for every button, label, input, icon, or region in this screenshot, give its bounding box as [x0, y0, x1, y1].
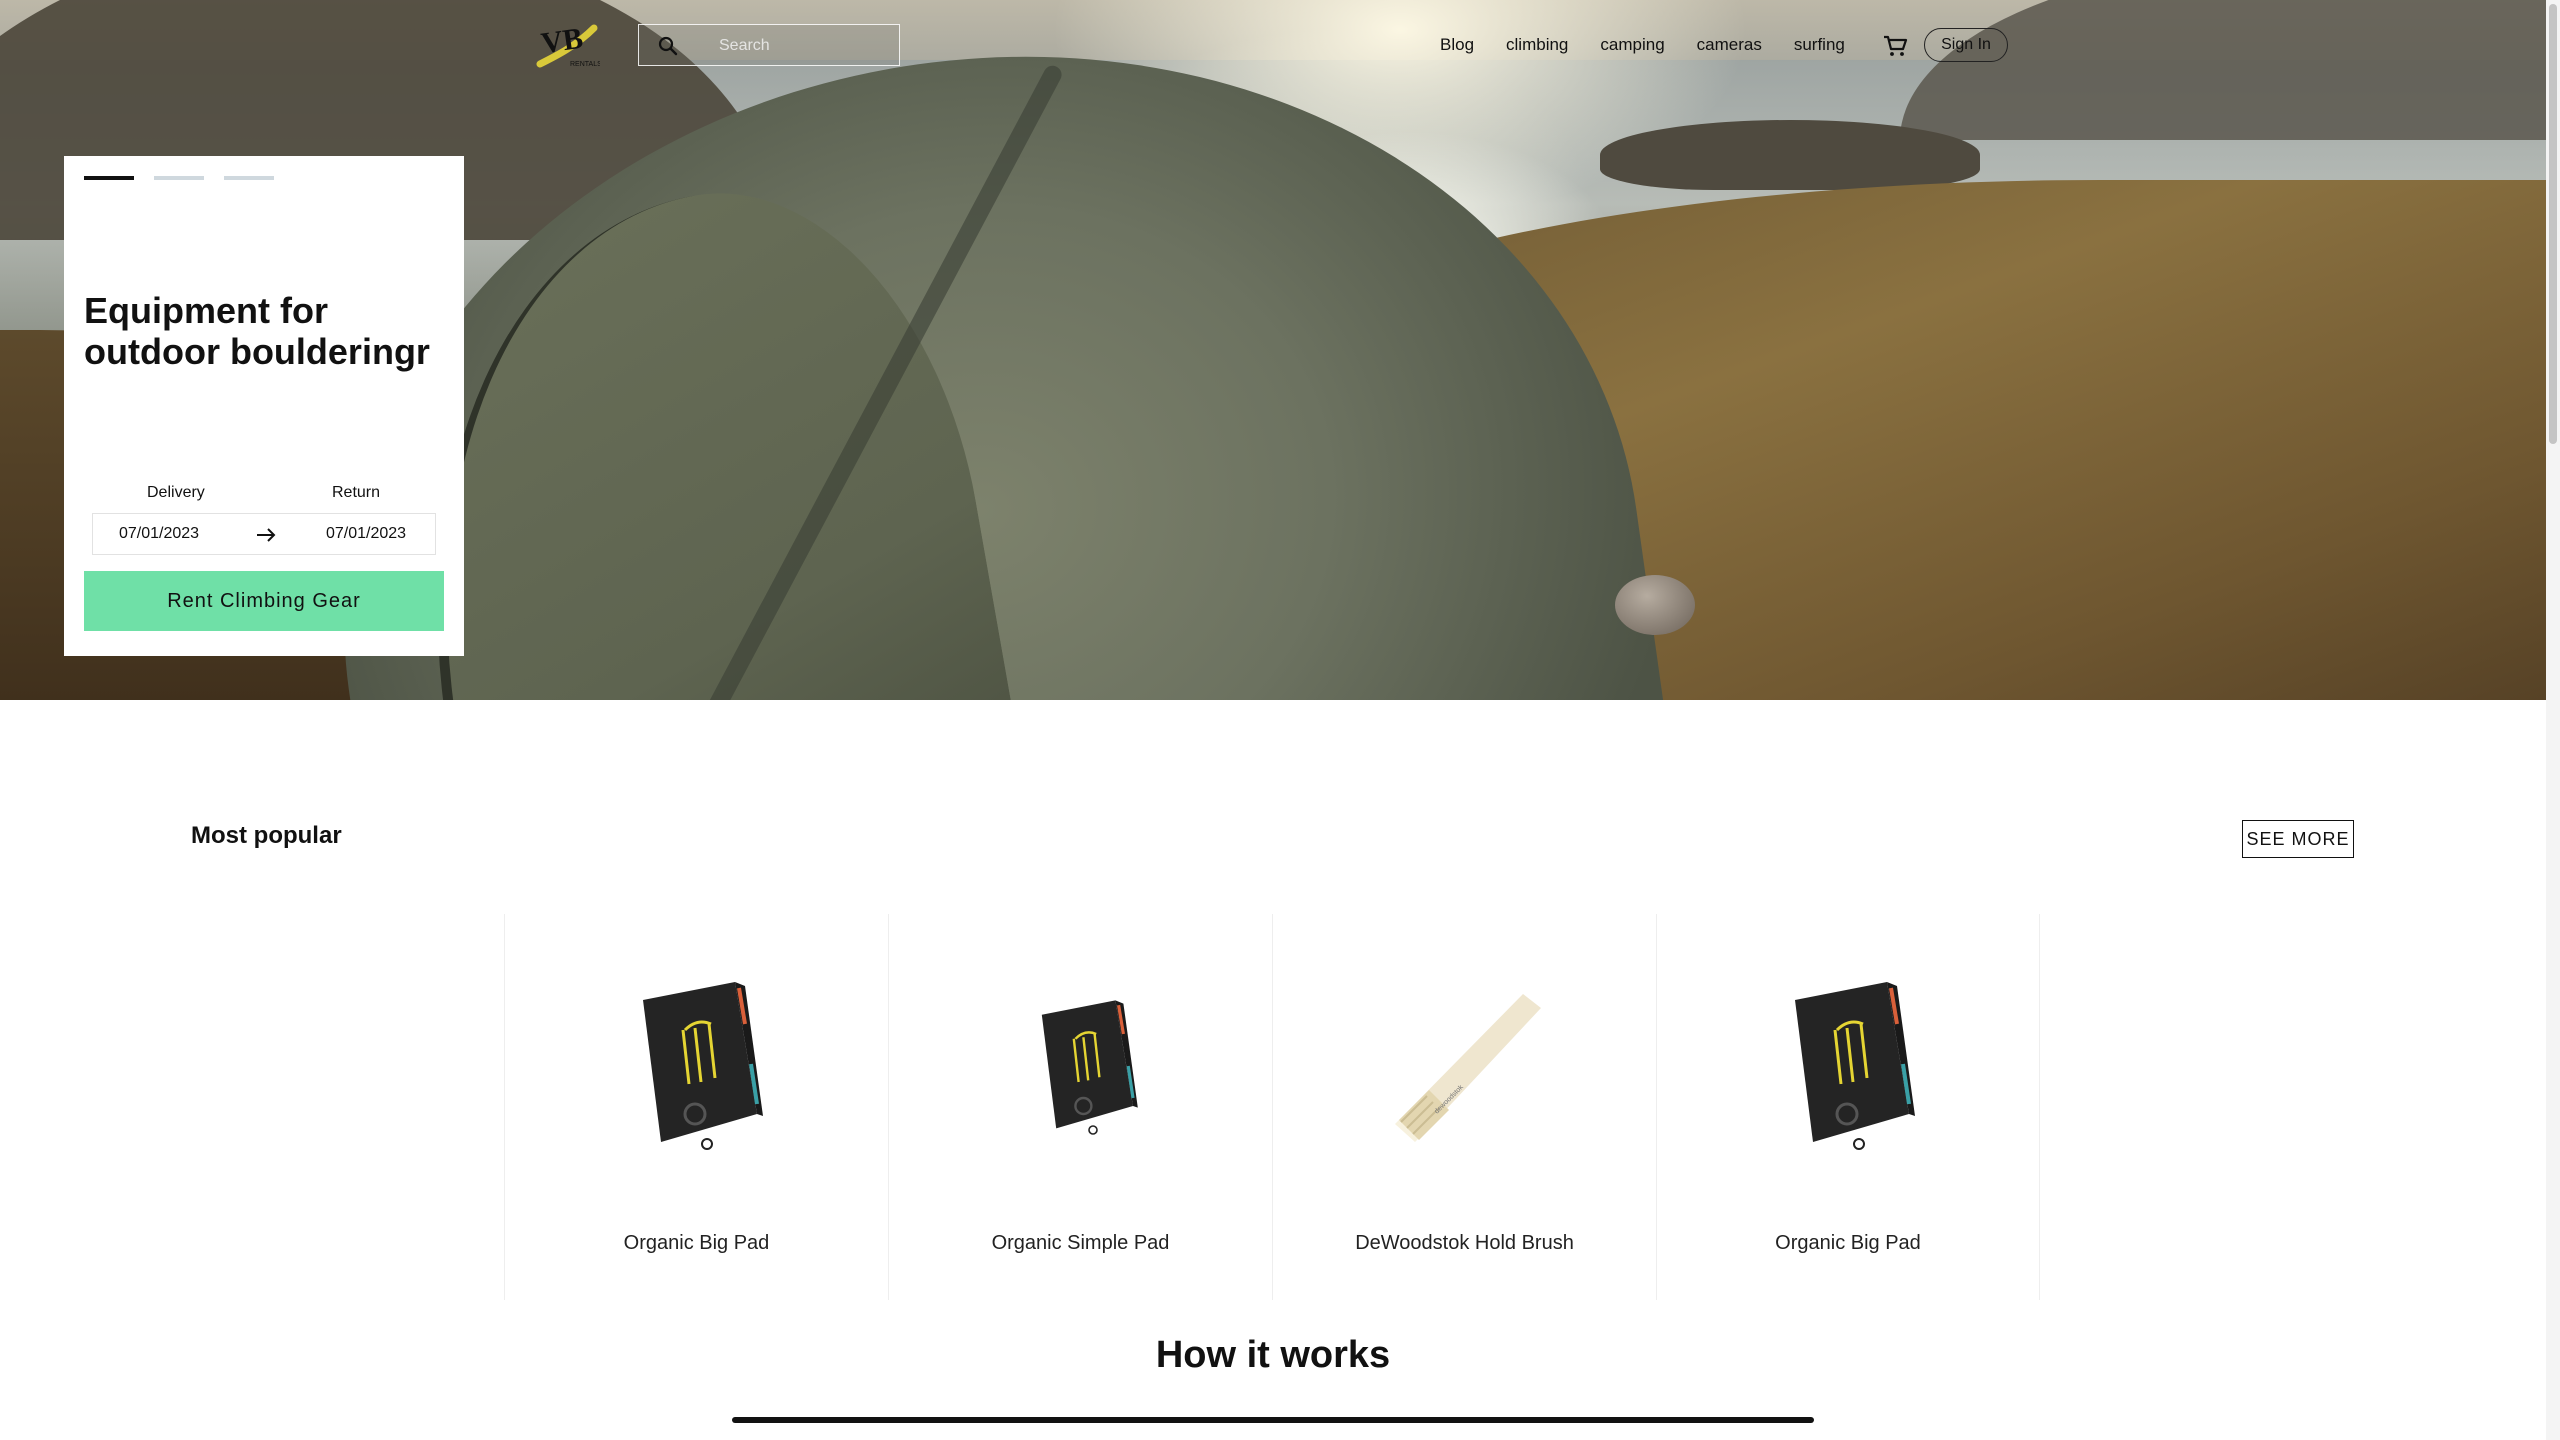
product-name[interactable]: DeWoodstok Hold Brush — [1273, 1232, 1656, 1255]
nav-link-blog[interactable]: Blog — [1440, 30, 1474, 60]
rock — [1615, 575, 1695, 635]
nav-link-camping[interactable]: camping — [1600, 30, 1664, 60]
search-input[interactable] — [719, 35, 889, 57]
scrollbar-thumb[interactable] — [2549, 4, 2557, 444]
return-date-input[interactable]: 07/01/2023 — [326, 525, 406, 543]
search-icon[interactable] — [657, 35, 679, 57]
most-popular-title: Most popular — [191, 822, 342, 849]
slider-indicators — [84, 176, 274, 180]
hero-title: Equipment for outdoor boulderingr — [84, 290, 464, 372]
svg-text:VB: VB — [539, 22, 585, 60]
crash-pad-image — [1001, 964, 1161, 1164]
crash-pad-image — [617, 964, 777, 1164]
nav-link-climbing[interactable]: climbing — [1506, 30, 1568, 60]
cart-icon[interactable] — [1882, 34, 1908, 58]
nav-link-cameras[interactable]: cameras — [1697, 30, 1762, 60]
hero-title-line-1: Equipment for — [84, 290, 328, 331]
slider-indicator-2[interactable] — [154, 176, 204, 180]
brush-image: dewoodstok — [1385, 964, 1545, 1164]
island — [1600, 120, 1980, 190]
delivery-label: Delivery — [147, 484, 205, 501]
see-more-button[interactable]: SEE MORE — [2242, 820, 2354, 858]
product-card[interactable]: Organic Big Pad — [504, 914, 888, 1300]
nav-links: Blog climbing camping cameras surfing — [1440, 30, 1877, 60]
svg-text:RENTALS: RENTALS — [570, 61, 600, 68]
nav-link-surfing[interactable]: surfing — [1794, 30, 1845, 60]
hero-card: Equipment for outdoor boulderingr Delive… — [64, 156, 464, 656]
hero-title-line-2: outdoor boulderingr — [84, 331, 430, 372]
product-list: Organic Big Pad Organic Simple Pad dewoo… — [504, 914, 2040, 1300]
top-navbar: VB RENTALS Blog climbing camping cameras… — [0, 0, 2546, 90]
product-card[interactable]: dewoodstok DeWoodstok Hold Brush — [1272, 914, 1656, 1300]
product-name[interactable]: Organic Big Pad — [505, 1232, 888, 1255]
delivery-date-input[interactable]: 07/01/2023 — [119, 525, 199, 543]
product-name[interactable]: Organic Simple Pad — [889, 1232, 1272, 1255]
slider-indicator-3[interactable] — [224, 176, 274, 180]
date-range-picker: 07/01/2023 07/01/2023 — [92, 513, 436, 555]
search-box[interactable] — [638, 24, 900, 66]
how-it-works-title: How it works — [1155, 1334, 1391, 1376]
slider-indicator-1[interactable] — [84, 176, 134, 180]
section-divider — [732, 1417, 1814, 1423]
product-card[interactable]: Organic Simple Pad — [888, 914, 1272, 1300]
rent-climbing-gear-button[interactable]: Rent Climbing Gear — [84, 571, 444, 631]
product-card[interactable]: Organic Big Pad — [1656, 914, 2040, 1300]
crash-pad-image — [1769, 964, 1929, 1164]
return-label: Return — [332, 484, 381, 501]
sign-in-button[interactable]: Sign In — [1924, 28, 2008, 62]
vib-rentals-logo[interactable]: VB RENTALS — [536, 16, 602, 72]
product-name[interactable]: Organic Big Pad — [1657, 1232, 2039, 1255]
arrow-right-icon — [255, 526, 277, 544]
